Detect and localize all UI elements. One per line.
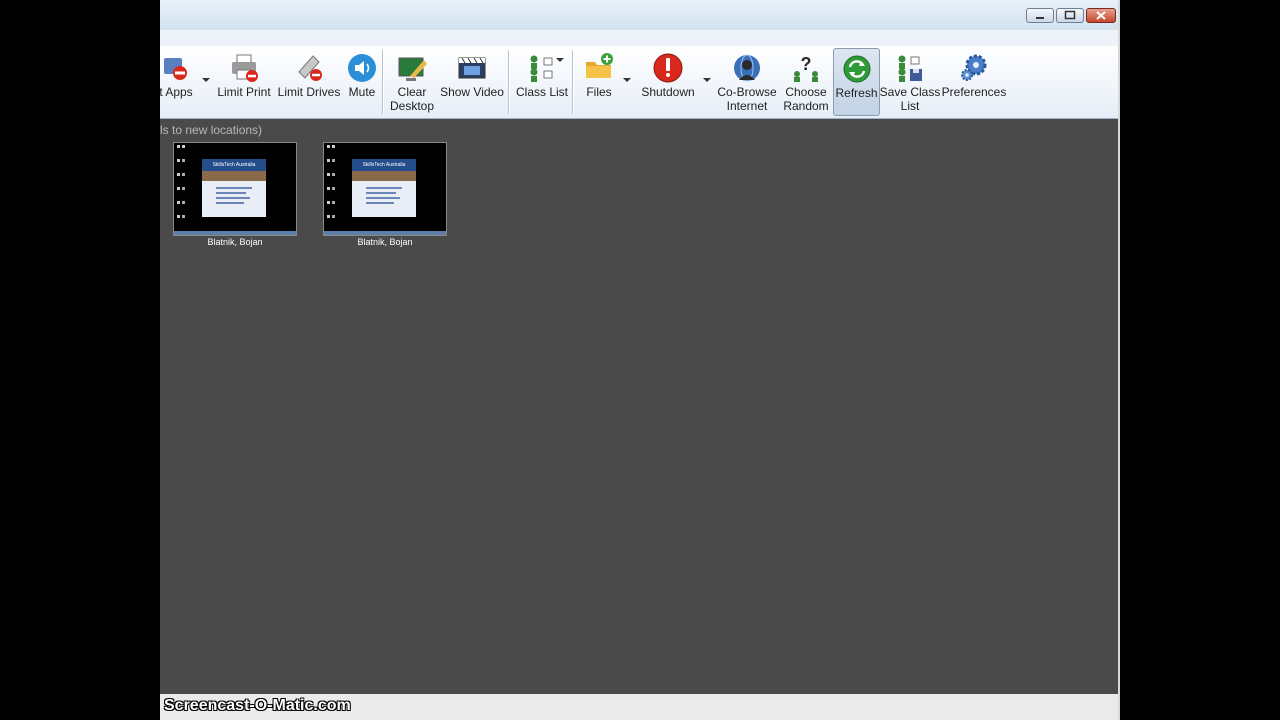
- folder-add-icon: [583, 52, 615, 84]
- files-dropdown-arrow[interactable]: [623, 78, 631, 82]
- presentation-slide: SkillsTech Australia: [202, 159, 266, 217]
- clear-desktop-button[interactable]: Clear Desktop: [388, 48, 436, 116]
- block-apps-dropdown-arrow[interactable]: [202, 78, 210, 82]
- toolbar-separator: [508, 50, 509, 114]
- preferences-button[interactable]: Preferences: [942, 48, 1006, 116]
- layout-hint-text: ls to new locations): [160, 123, 263, 137]
- speaker-icon: [346, 52, 378, 84]
- save-class-list-button[interactable]: Save Class List: [880, 48, 940, 116]
- co-browse-internet-button[interactable]: Co-Browse Internet: [717, 48, 777, 116]
- video-clapper-icon: [456, 52, 488, 84]
- window-border: [1118, 0, 1120, 720]
- printer-blocked-icon: [228, 52, 260, 84]
- limit-print-button[interactable]: Limit Print: [216, 48, 272, 116]
- menu-bar: [160, 30, 1118, 46]
- watermark-bar: Screencast-O-Matic.com: [160, 694, 1118, 720]
- files-button[interactable]: Files: [578, 48, 620, 116]
- toolbar: t Apps Limit Print Limit Drives Mute Cle…: [160, 46, 1118, 119]
- co-browse-icon: [731, 52, 763, 84]
- choose-random-button[interactable]: ? Choose Random: [780, 48, 832, 116]
- shutdown-icon: [652, 52, 684, 84]
- gear-icon: [958, 52, 990, 84]
- svg-text:?: ?: [801, 54, 812, 74]
- slide-title: SkillsTech Australia: [202, 159, 266, 171]
- class-list-icon: [526, 52, 558, 84]
- title-bar: [160, 0, 1118, 31]
- mute-button[interactable]: Mute: [344, 48, 380, 116]
- block-apps-icon: [160, 52, 192, 84]
- close-button[interactable]: [1086, 8, 1116, 23]
- toolbar-separator: [572, 50, 573, 114]
- question-people-icon: ?: [790, 52, 822, 84]
- student-name: Blatnik, Bojan: [357, 237, 413, 247]
- student-thumbnail[interactable]: SkillsTech Australia Blatnik, Bojan: [323, 142, 447, 254]
- clear-desktop-icon: [396, 52, 428, 84]
- shutdown-button[interactable]: Shutdown: [638, 48, 698, 116]
- refresh-icon: [841, 53, 873, 85]
- presentation-slide: SkillsTech Australia: [352, 159, 416, 217]
- shutdown-dropdown-arrow[interactable]: [703, 78, 711, 82]
- class-list-dropdown-arrow[interactable]: [556, 58, 564, 62]
- student-thumbnail[interactable]: SkillsTech Australia Blatnik, Bojan: [173, 142, 297, 254]
- watermark-text: Screencast-O-Matic.com: [164, 697, 351, 714]
- block-apps-button[interactable]: t Apps: [160, 48, 200, 116]
- minimize-button[interactable]: [1026, 8, 1054, 23]
- save-class-list-icon: [894, 52, 926, 84]
- student-name: Blatnik, Bojan: [207, 237, 263, 247]
- desktop-icons: [177, 145, 185, 218]
- slide-title: SkillsTech Australia: [352, 159, 416, 171]
- show-video-button[interactable]: Show Video: [440, 48, 504, 116]
- screen-preview: SkillsTech Australia: [173, 142, 297, 236]
- drive-blocked-icon: [293, 52, 325, 84]
- app-window: t Apps Limit Print Limit Drives Mute Cle…: [160, 0, 1118, 720]
- desktop-icons: [327, 145, 335, 218]
- maximize-button[interactable]: [1056, 8, 1084, 23]
- limit-drives-button[interactable]: Limit Drives: [278, 48, 340, 116]
- refresh-button[interactable]: Refresh: [833, 48, 880, 116]
- screen-preview: SkillsTech Australia: [323, 142, 447, 236]
